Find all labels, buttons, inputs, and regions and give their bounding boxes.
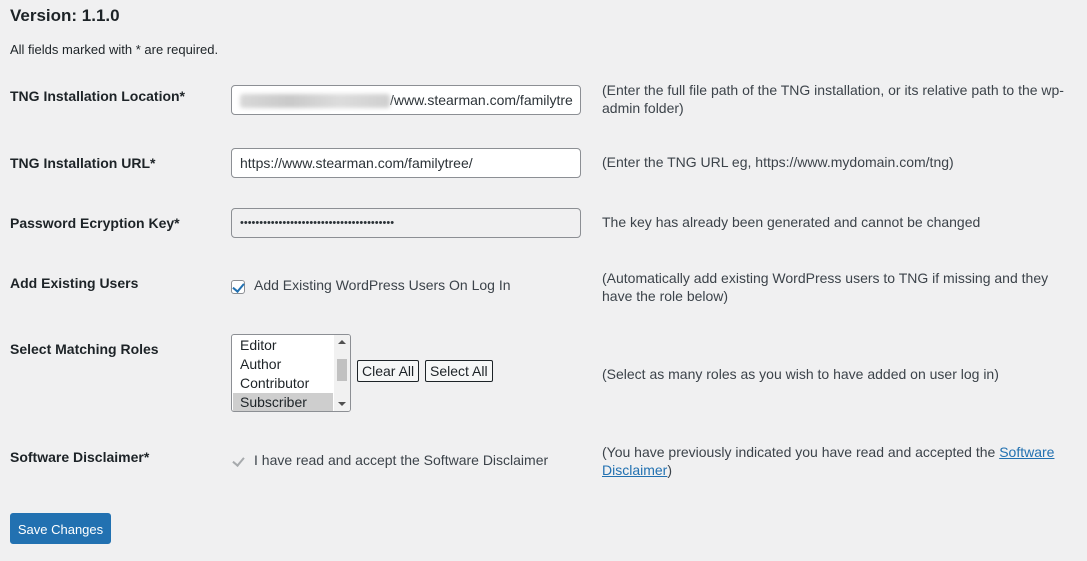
existing-users-checkbox-label[interactable]: Add Existing WordPress Users On Log In <box>254 277 511 293</box>
key-input: •••••••••••••••••••••••••••••••••••••••• <box>231 208 581 238</box>
listbox-scrollbar[interactable] <box>334 335 350 411</box>
existing-users-description: (Automatically add existing WordPress us… <box>602 270 1049 304</box>
url-label: TNG Installation URL* <box>10 155 156 171</box>
checkmark-icon <box>232 280 245 293</box>
roles-label: Select Matching Roles <box>10 341 159 357</box>
required-note: All fields marked with * are required. <box>10 42 219 57</box>
disclaimer-checkbox <box>231 454 245 468</box>
location-value: /www.stearman.com/familytre <box>390 92 573 108</box>
key-value: •••••••••••••••••••••••••••••••••••••••• <box>240 217 395 229</box>
key-label: Password Ecryption Key* <box>10 215 180 231</box>
disclaimer-description-end: ) <box>667 462 673 478</box>
redacted-path-blur <box>240 94 390 109</box>
url-input[interactable]: https://www.stearman.com/familytree/ <box>231 148 581 178</box>
role-option[interactable]: Editor <box>233 336 333 355</box>
scroll-down-arrow-icon[interactable] <box>338 402 346 406</box>
existing-users-checkbox[interactable] <box>231 280 245 294</box>
clear-all-button[interactable]: Clear All <box>357 360 420 382</box>
url-value: https://www.stearman.com/familytree/ <box>240 155 473 171</box>
disclaimer-label: Software Disclaimer* <box>10 449 150 465</box>
disclaimer-checkbox-label: I have read and accept the Software Disc… <box>254 452 549 468</box>
checkmark-icon <box>232 454 245 467</box>
roles-listbox[interactable]: Editor Author Contributor Subscriber <box>231 334 351 412</box>
scroll-thumb[interactable] <box>337 359 347 381</box>
disclaimer-description: (You have previously indicated you have … <box>602 443 1080 479</box>
role-option[interactable]: Author <box>233 355 333 374</box>
url-description: (Enter the TNG URL eg, https://www.mydom… <box>602 154 954 170</box>
role-option-selected[interactable]: Subscriber <box>233 393 333 411</box>
select-all-button[interactable]: Select All <box>425 360 493 382</box>
roles-description: (Select as many roles as you wish to hav… <box>602 366 999 382</box>
location-label: TNG Installation Location* <box>10 88 186 104</box>
version-heading: Version: 1.1.0 <box>10 6 120 25</box>
role-option[interactable]: Contributor <box>233 374 333 393</box>
disclaimer-description-text: (You have previously indicated you have … <box>602 444 1000 460</box>
existing-users-label: Add Existing Users <box>10 275 139 291</box>
save-changes-button[interactable]: Save Changes <box>10 513 111 544</box>
scroll-up-arrow-icon[interactable] <box>338 340 346 344</box>
location-description: (Enter the full file path of the TNG ins… <box>602 82 1064 116</box>
key-description: The key has already been generated and c… <box>602 214 981 230</box>
location-input[interactable]: /www.stearman.com/familytre <box>231 85 581 115</box>
